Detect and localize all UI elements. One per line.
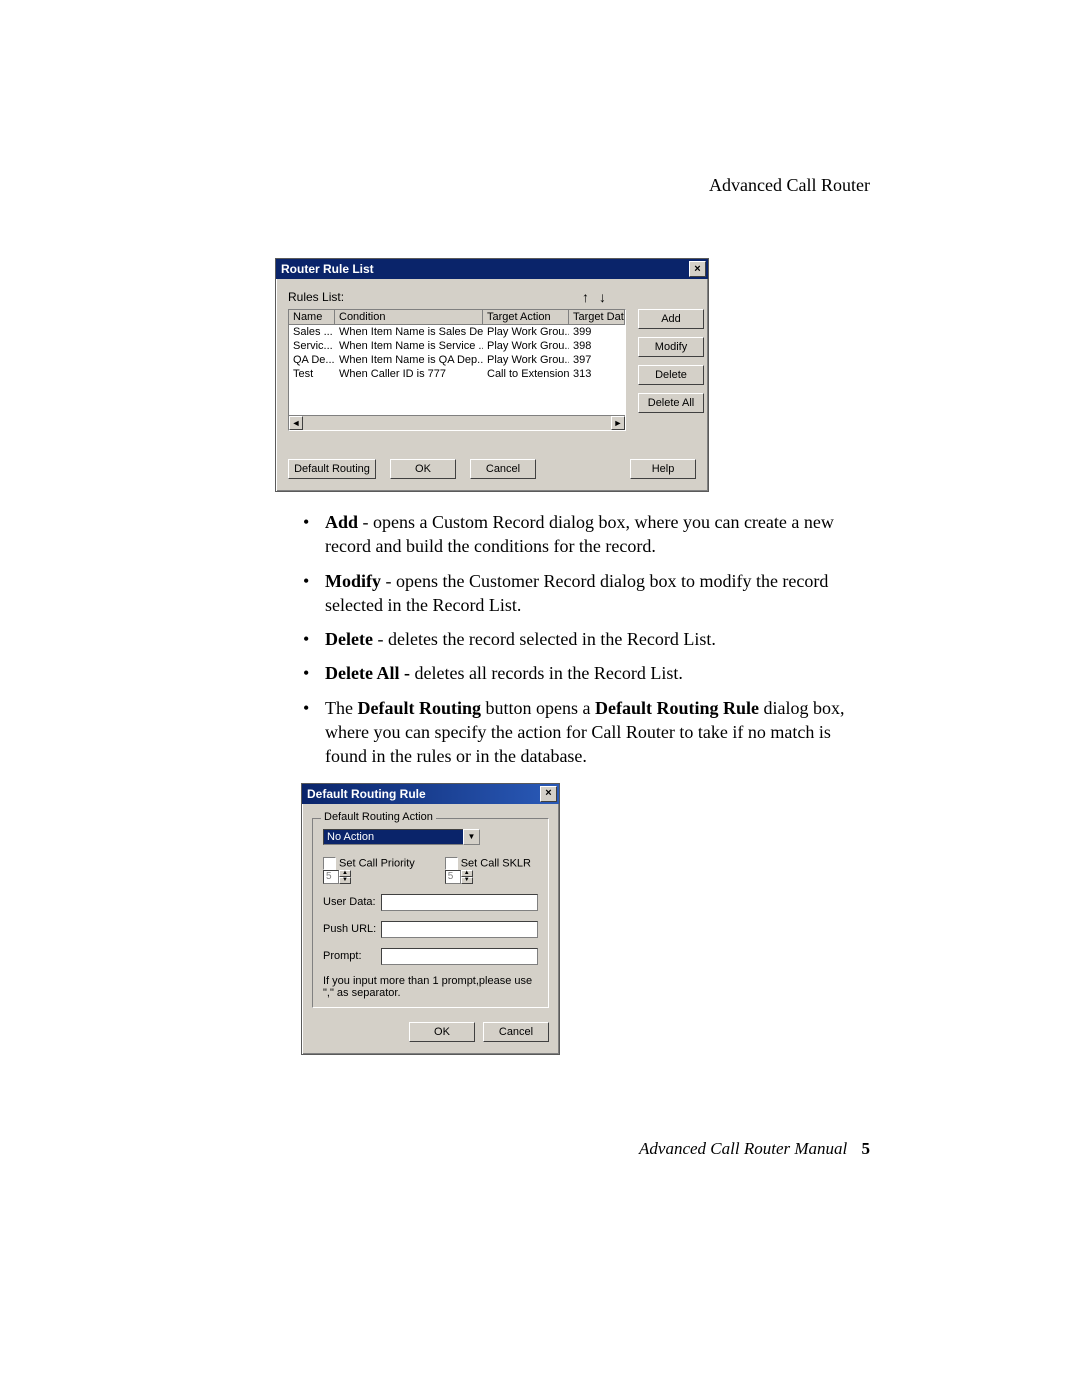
help-button[interactable]: Help	[630, 459, 696, 479]
spin-down-icon[interactable]: ▼	[339, 877, 351, 884]
table-row[interactable]: Sales ... When Item Name is Sales De... …	[289, 325, 625, 339]
ok-button[interactable]: OK	[409, 1022, 475, 1042]
router-rule-list-dialog: Router Rule List × Rules List: ↑ ↓ Name …	[275, 258, 709, 492]
spinner-value: 5	[445, 870, 461, 884]
cancel-button[interactable]: Cancel	[483, 1022, 549, 1042]
checkbox-label: Set Call SKLR	[461, 857, 531, 869]
user-data-input[interactable]	[381, 894, 538, 911]
checkbox-icon	[445, 857, 458, 870]
prompt-hint: If you input more than 1 prompt,please u…	[323, 975, 538, 999]
cell: Servic...	[289, 339, 335, 353]
spin-up-icon[interactable]: ▲	[461, 870, 473, 877]
modify-button[interactable]: Modify	[638, 337, 704, 357]
router-title: Router Rule List	[281, 262, 374, 276]
running-head: Advanced Call Router	[275, 175, 870, 196]
table-row[interactable]: QA De... When Item Name is QA Dep... Pla…	[289, 353, 625, 367]
bullet-text: - opens the Customer Record dialog box t…	[325, 571, 828, 615]
drr-titlebar: Default Routing Rule ×	[302, 784, 559, 804]
spinner-value: 5	[323, 870, 339, 884]
cell: When Caller ID is 777	[335, 367, 483, 381]
col-target-action[interactable]: Target Action	[483, 310, 569, 324]
push-url-input[interactable]	[381, 921, 538, 938]
move-up-icon[interactable]: ↑	[582, 289, 589, 305]
action-combobox[interactable]: No Action ▼	[323, 829, 480, 845]
default-routing-button[interactable]: Default Routing	[288, 459, 376, 479]
horizontal-scrollbar[interactable]: ◄ ►	[289, 415, 625, 430]
cell: 313	[569, 367, 625, 381]
list-item: Delete All - deletes all records in the …	[325, 661, 870, 685]
move-down-icon[interactable]: ↓	[599, 289, 606, 305]
ok-button[interactable]: OK	[390, 459, 456, 479]
page-footer: Advanced Call Router Manual 5	[275, 1139, 870, 1159]
push-url-label: Push URL:	[323, 923, 381, 935]
col-name[interactable]: Name	[289, 310, 335, 324]
group-title: Default Routing Action	[321, 811, 436, 823]
prompt-label: Prompt:	[323, 950, 381, 962]
default-routing-action-group: Default Routing Action No Action ▼ Set C…	[312, 818, 549, 1008]
bullet-strong: Modify	[325, 571, 381, 591]
cell: When Item Name is Service ...	[335, 339, 483, 353]
cell: 399	[569, 325, 625, 339]
set-call-sklr-checkbox[interactable]: Set Call SKLR 5 ▲▼	[445, 857, 538, 884]
close-icon[interactable]: ×	[540, 786, 557, 802]
cell: 398	[569, 339, 625, 353]
footer-text: Advanced Call Router Manual	[639, 1139, 847, 1158]
prompt-input[interactable]	[381, 948, 538, 965]
action-combobox-value: No Action	[323, 829, 463, 845]
bullet-strong: Delete All -	[325, 663, 414, 683]
router-titlebar: Router Rule List ×	[276, 259, 708, 279]
bullet-text: deletes all records in the Record List.	[414, 663, 682, 683]
bullet-text: - deletes the record selected in the Rec…	[373, 629, 716, 649]
spin-up-icon[interactable]: ▲	[339, 870, 351, 877]
bullet-strong: Default Routing	[357, 698, 481, 718]
list-item: Add - opens a Custom Record dialog box, …	[325, 510, 870, 559]
cancel-button[interactable]: Cancel	[470, 459, 536, 479]
list-item: Delete - deletes the record selected in …	[325, 627, 870, 651]
checkbox-label: Set Call Priority	[339, 857, 415, 869]
bullet-text: - opens a Custom Record dialog box, wher…	[325, 512, 834, 556]
user-data-label: User Data:	[323, 896, 381, 908]
checkbox-icon	[323, 857, 336, 870]
cell: QA De...	[289, 353, 335, 367]
priority-spinner[interactable]: 5 ▲▼	[323, 870, 351, 884]
cell: 397	[569, 353, 625, 367]
cell: Play Work Grou...	[483, 339, 569, 353]
default-routing-rule-dialog: Default Routing Rule × Default Routing A…	[301, 783, 560, 1055]
description-list: Add - opens a Custom Record dialog box, …	[275, 510, 870, 769]
col-condition[interactable]: Condition	[335, 310, 483, 324]
drr-title: Default Routing Rule	[307, 787, 426, 801]
rules-list[interactable]: Name Condition Target Action Target Data…	[288, 309, 626, 431]
list-item: Modify - opens the Customer Record dialo…	[325, 569, 870, 618]
cell: Sales ...	[289, 325, 335, 339]
sklr-spinner[interactable]: 5 ▲▼	[445, 870, 473, 884]
cell: When Item Name is QA Dep...	[335, 353, 483, 367]
scroll-left-icon[interactable]: ◄	[289, 416, 303, 430]
spin-down-icon[interactable]: ▼	[461, 877, 473, 884]
list-item: The Default Routing button opens a Defau…	[325, 696, 870, 769]
bullet-text: button opens a	[481, 698, 595, 718]
rules-list-label: Rules List:	[288, 290, 344, 304]
scroll-right-icon[interactable]: ►	[611, 416, 625, 430]
page-number: 5	[862, 1139, 871, 1158]
close-icon[interactable]: ×	[689, 261, 706, 277]
table-row[interactable]: Servic... When Item Name is Service ... …	[289, 339, 625, 353]
cell: Call to Extension...	[483, 367, 569, 381]
set-call-priority-checkbox[interactable]: Set Call Priority 5 ▲▼	[323, 857, 421, 884]
col-target-data[interactable]: Target Data	[569, 310, 625, 324]
table-row[interactable]: Test When Caller ID is 777 Call to Exten…	[289, 367, 625, 381]
bullet-strong: Delete	[325, 629, 373, 649]
bullet-strong: Add	[325, 512, 358, 532]
cell: Test	[289, 367, 335, 381]
chevron-down-icon[interactable]: ▼	[463, 829, 480, 845]
cell: Play Work Grou...	[483, 325, 569, 339]
bullet-text: The	[325, 698, 357, 718]
bullet-strong: Default Routing Rule	[595, 698, 759, 718]
delete-button[interactable]: Delete	[638, 365, 704, 385]
delete-all-button[interactable]: Delete All	[638, 393, 704, 413]
cell: Play Work Grou...	[483, 353, 569, 367]
cell: When Item Name is Sales De...	[335, 325, 483, 339]
add-button[interactable]: Add	[638, 309, 704, 329]
